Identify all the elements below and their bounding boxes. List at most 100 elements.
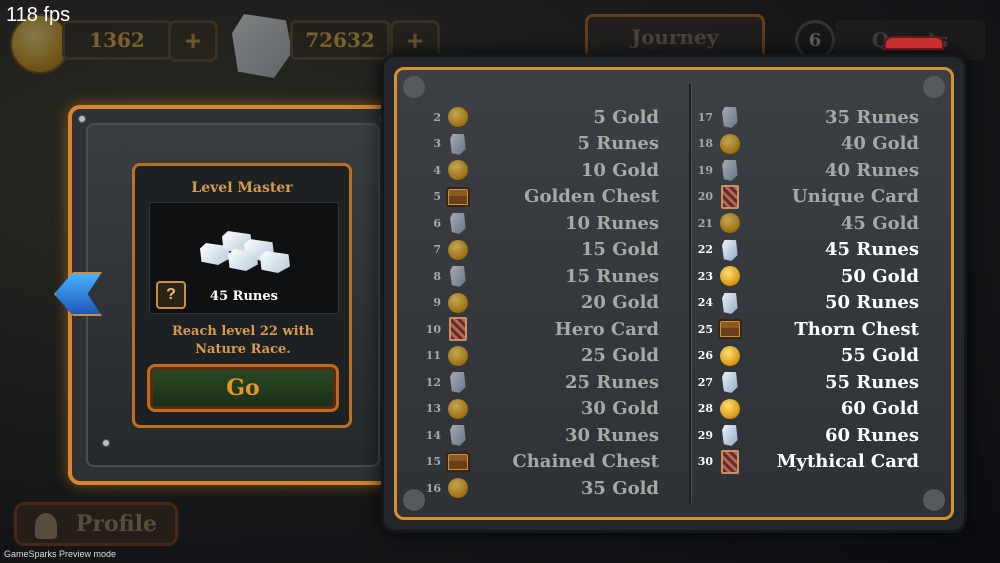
- reward-row: 20 Unique Card: [691, 184, 919, 210]
- gold-coin-icon: [717, 132, 743, 156]
- profile-button[interactable]: Profile: [14, 502, 178, 546]
- quest-description: Reach level 22 with Nature Race.: [171, 324, 315, 357]
- reward-row: 30 Mythical Card: [691, 449, 919, 475]
- reward-level-number: 11: [425, 349, 441, 362]
- gold-coin-icon: [717, 264, 743, 288]
- reward-text: 30 Gold: [580, 398, 659, 419]
- reward-level-number: 10: [425, 322, 441, 336]
- gold-coin-icon: [445, 158, 471, 182]
- rune-icon: [717, 105, 743, 129]
- reward-row: 2 5 Gold: [419, 104, 659, 130]
- runes-amount: 72632: [290, 20, 390, 60]
- rune-icon: [445, 264, 471, 288]
- reward-level-number: 9: [433, 296, 441, 309]
- reward-row: 26 55 Gold: [691, 343, 919, 369]
- gold-coin-icon: [717, 397, 743, 421]
- quest-card: Level Master ? 45 Runes Reach level 22 w…: [132, 163, 352, 428]
- rune-pile-icon: [200, 225, 290, 273]
- gold-coin-icon: [717, 211, 743, 235]
- reward-level-number: 25: [697, 322, 713, 336]
- reward-level-number: 19: [697, 163, 713, 177]
- reward-level-number: 4: [433, 163, 441, 177]
- corner-bolt-icon: [923, 489, 945, 511]
- reward-level-number: 28: [697, 402, 713, 415]
- rune-icon: [445, 370, 471, 394]
- rune-icon: [445, 423, 471, 447]
- reward-text: 10 Runes: [564, 212, 659, 234]
- profile-label: Profile: [75, 511, 157, 537]
- gold-coin-icon: [445, 344, 471, 368]
- reward-row: 22 45 Runes: [691, 237, 919, 263]
- gold-amount: 1362: [62, 20, 172, 60]
- reward-text: 15 Runes: [564, 265, 659, 287]
- reward-row: 12 25 Runes: [419, 369, 659, 395]
- reward-level-number: 22: [697, 243, 713, 256]
- reward-row: 5 Golden Chest: [419, 184, 659, 210]
- reward-text: 25 Gold: [580, 345, 659, 366]
- reward-row: 13 30 Gold: [419, 396, 659, 422]
- reward-text: Thorn Chest: [794, 318, 919, 340]
- reward-text: 40 Runes: [824, 159, 919, 181]
- reward-level-number: 8: [433, 269, 441, 283]
- rivet-icon: [102, 439, 110, 447]
- reward-row: 21 45 Gold: [691, 210, 919, 236]
- reward-level-number: 16: [425, 481, 441, 495]
- go-button[interactable]: Go: [147, 364, 339, 412]
- reward-text: 15 Gold: [580, 239, 659, 260]
- reward-level-number: 14: [425, 428, 441, 442]
- reward-row: 7 15 Gold: [419, 237, 659, 263]
- reward-row: 8 15 Runes: [419, 263, 659, 289]
- reward-level-number: 26: [697, 349, 713, 362]
- reward-text: 5 Runes: [577, 133, 659, 154]
- reward-text: 60 Gold: [840, 398, 919, 419]
- gold-coin-icon: [445, 105, 471, 129]
- reward-row: 19 40 Runes: [691, 157, 919, 183]
- rune-icon: [445, 132, 471, 156]
- card-icon: [445, 317, 471, 341]
- reward-text: 35 Gold: [580, 477, 659, 499]
- rivet-icon: [78, 115, 86, 123]
- reward-text: 5 Gold: [593, 106, 659, 128]
- reward-row: 24 50 Runes: [691, 290, 919, 316]
- reward-level-number: 29: [697, 428, 713, 442]
- reward-level-number: 18: [697, 137, 713, 150]
- profile-icon: [35, 513, 57, 539]
- preview-mode-label: GameSparks Preview mode: [4, 549, 117, 559]
- reward-row: 15 Chained Chest: [419, 449, 659, 475]
- level-rewards-popup: 25 Gold 3 5 Runes 4 10 Gold 5 Golden Chest 6 10 …: [381, 54, 967, 533]
- reward-text: 60 Runes: [824, 424, 919, 446]
- reward-row: 6 10 Runes: [419, 210, 659, 236]
- reward-row: 25 Thorn Chest: [691, 316, 919, 342]
- buy-gold-button[interactable]: +: [168, 20, 218, 62]
- chest-icon: [445, 450, 471, 474]
- reward-text: 30 Runes: [564, 424, 659, 446]
- rune-icon: [717, 370, 743, 394]
- reward-level-number: 21: [697, 216, 713, 230]
- reward-text: 40 Gold: [840, 133, 919, 154]
- reward-row: 27 55 Runes: [691, 369, 919, 395]
- rune-icon: [717, 238, 743, 262]
- reward-level-number: 23: [697, 269, 713, 283]
- reward-text: 55 Gold: [840, 345, 919, 366]
- reward-row: 10 Hero Card: [419, 316, 659, 342]
- corner-bolt-icon: [923, 76, 945, 98]
- gold-coin-icon: [445, 397, 471, 421]
- reward-row: 16 35 Gold: [419, 475, 659, 501]
- reward-text: 45 Runes: [824, 239, 919, 260]
- chest-icon: [717, 317, 743, 341]
- reward-text: 35 Runes: [824, 106, 919, 128]
- close-icon[interactable]: [884, 36, 944, 50]
- reward-level-number: 27: [697, 375, 713, 389]
- reward-text: Golden Chest: [524, 186, 659, 207]
- chest-icon: [445, 185, 471, 209]
- reward-level-number: 15: [425, 455, 441, 468]
- card-icon: [717, 184, 743, 209]
- reward-row: 14 30 Runes: [419, 422, 659, 448]
- reward-level-number: 7: [433, 243, 441, 256]
- fps-counter: 118 fps: [6, 4, 71, 26]
- reward-level-number: 17: [697, 110, 713, 124]
- reward-text: Chained Chest: [512, 451, 659, 472]
- reward-level-number: 5: [433, 190, 441, 203]
- rune-icon: [717, 423, 743, 447]
- gold-coin-icon: [717, 344, 743, 368]
